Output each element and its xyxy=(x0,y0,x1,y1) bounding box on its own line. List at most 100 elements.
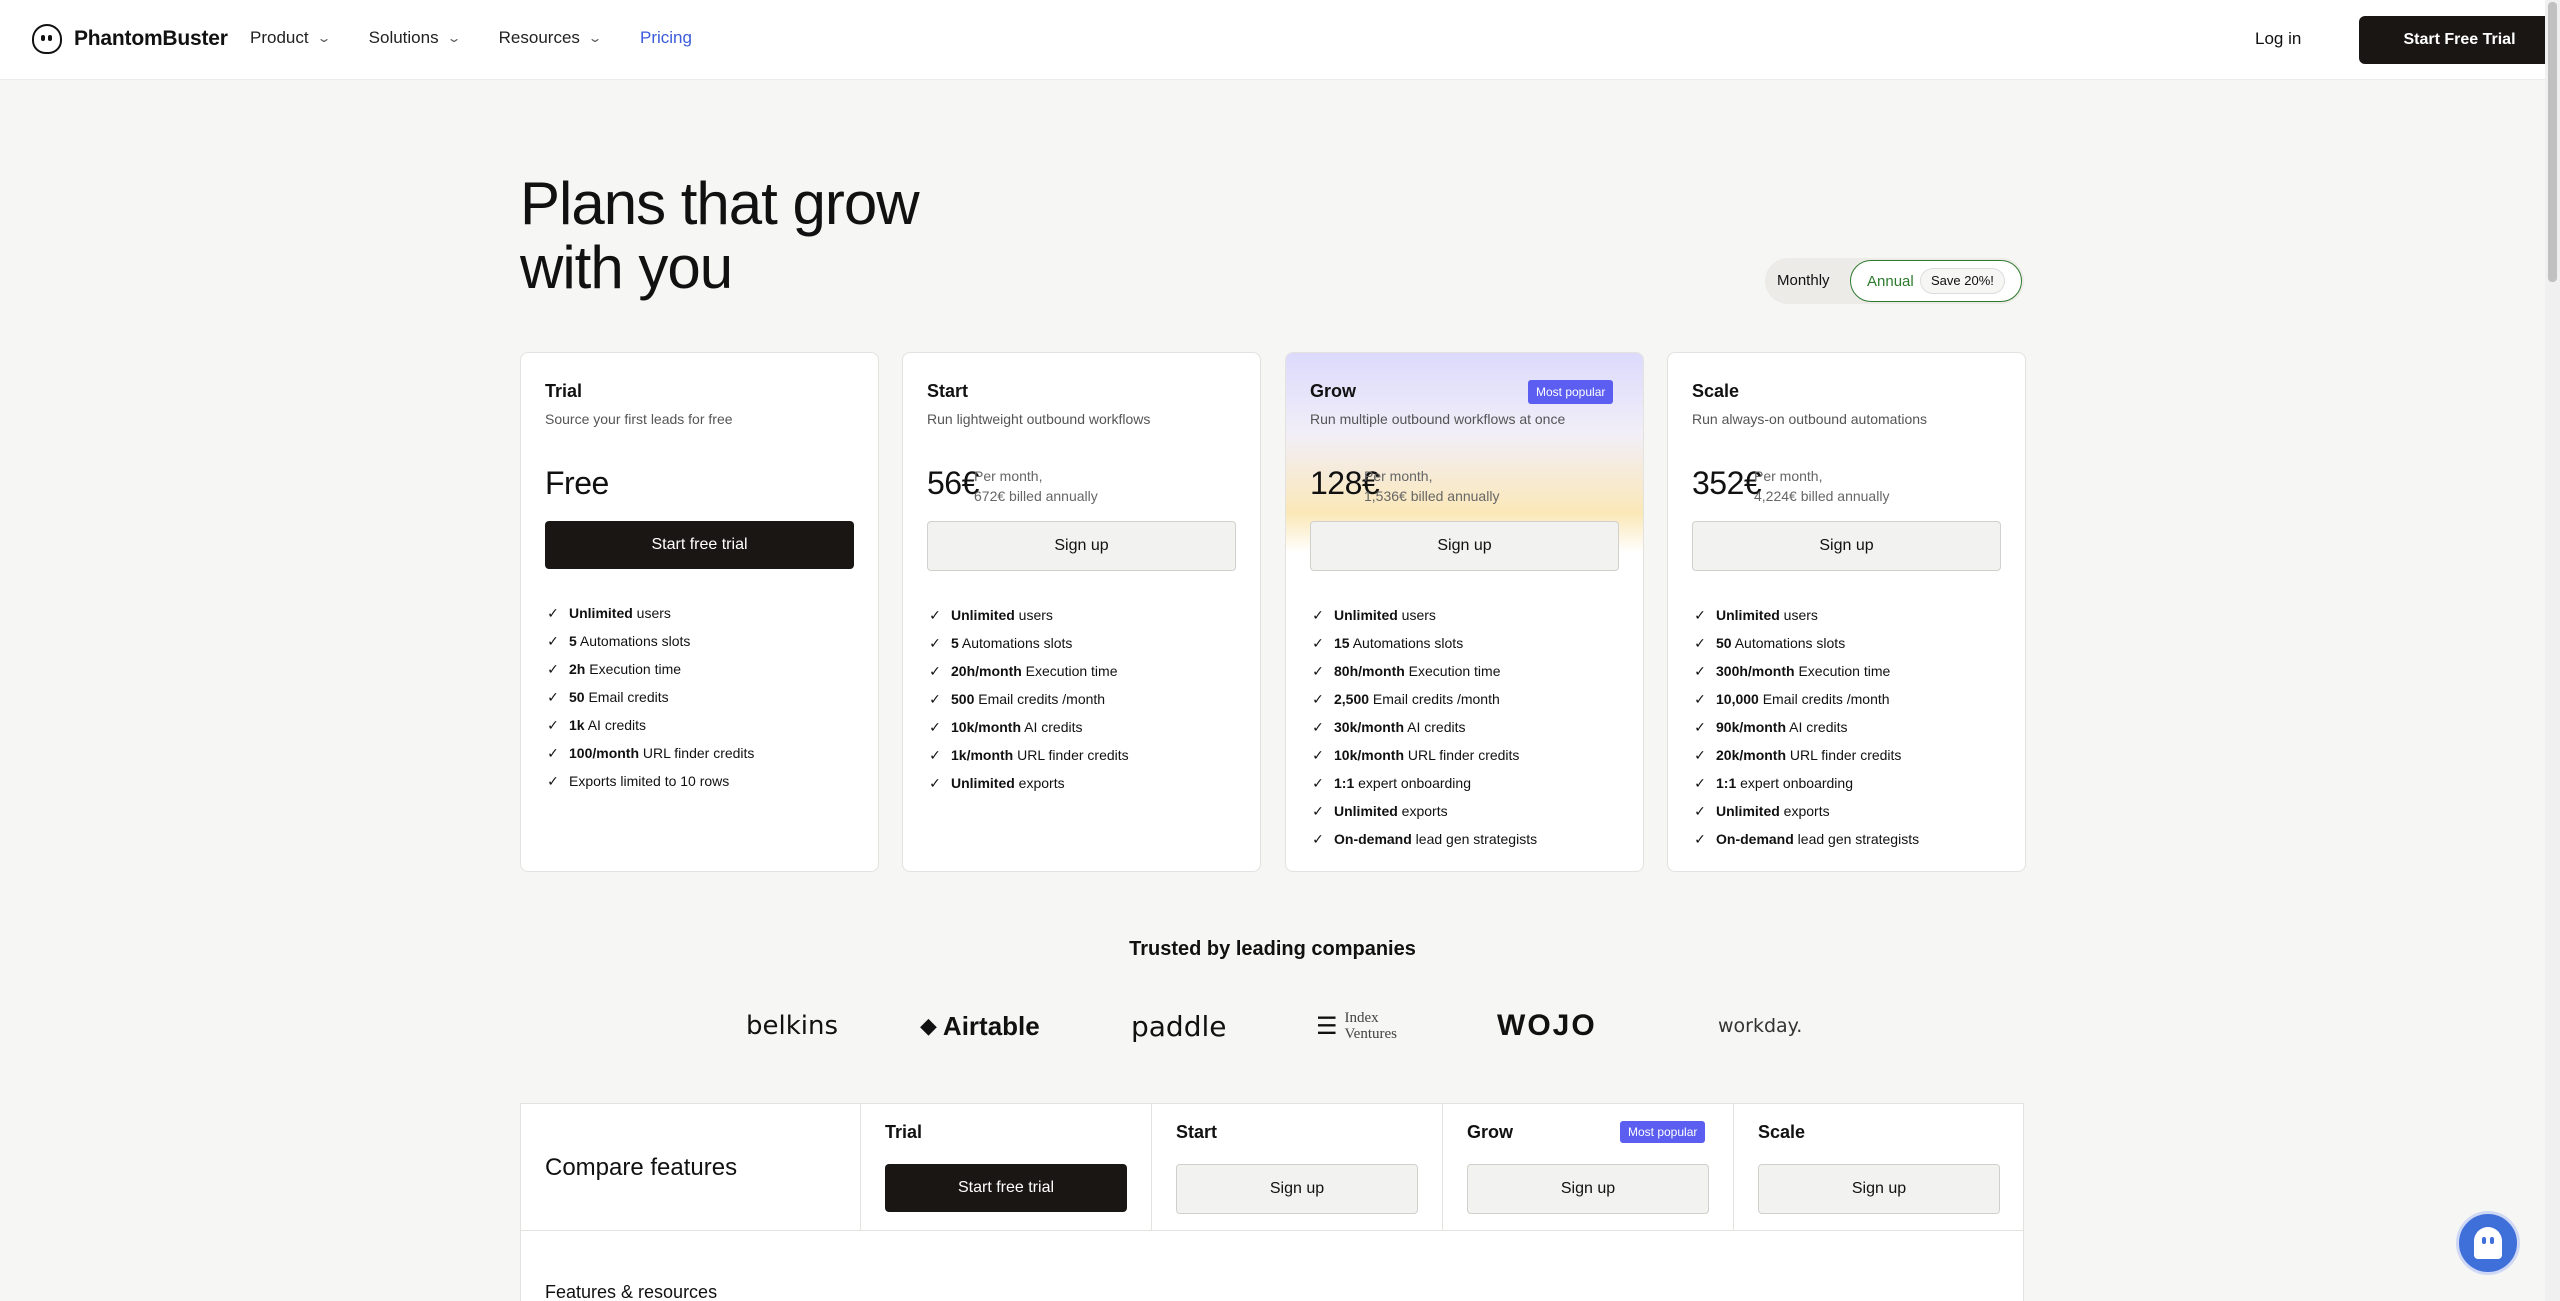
feature-label: lead gen strategists xyxy=(1793,831,1920,847)
scrollbar-thumb[interactable] xyxy=(2548,2,2557,282)
plan-price: Free xyxy=(545,465,609,501)
sign-up-button[interactable]: Sign up xyxy=(927,521,1236,571)
check-icon: ✓ xyxy=(1312,606,1324,623)
feature-label: AI credits xyxy=(1786,719,1848,735)
nav-item-label: Product xyxy=(250,28,309,47)
plan-subtitle: Run lightweight outbound workflows xyxy=(927,411,1151,427)
feature-label: users xyxy=(1397,607,1436,623)
sign-up-button[interactable]: Sign up xyxy=(1758,1164,2000,1214)
nav-item-resources[interactable]: Resources ⌄ xyxy=(499,28,603,48)
feature-item: ✓ On-demand lead gen strategists xyxy=(1692,825,1919,853)
feature-item: ✓ Unlimited exports xyxy=(927,769,1129,797)
check-icon: ✓ xyxy=(1694,830,1706,847)
feature-label: Automations slots xyxy=(1349,635,1464,651)
feature-item: ✓ 1k AI credits xyxy=(545,711,754,739)
feature-value: Unlimited xyxy=(951,607,1015,623)
feature-text: 10,000 Email credits /month xyxy=(1716,691,1890,707)
feature-list: ✓ Unlimited users ✓ 5 Automations slots ✓ 2h … xyxy=(545,599,754,795)
feature-item: ✓ 15 Automations slots xyxy=(1310,629,1537,657)
page-scrollbar[interactable] xyxy=(2545,0,2560,1301)
feature-value: 1:1 xyxy=(1716,775,1737,791)
feature-list: ✓ Unlimited users ✓ 15 Automations slots ✓ 80… xyxy=(1310,601,1537,853)
feature-label: Automations slots xyxy=(958,635,1073,651)
chat-widget-button[interactable] xyxy=(2456,1211,2520,1275)
feature-label: lead gen strategists xyxy=(1411,831,1538,847)
feature-value: Unlimited xyxy=(1334,607,1398,623)
feature-item: ✓ 10,000 Email credits /month xyxy=(1692,685,1919,713)
feature-value: Unlimited xyxy=(1334,803,1398,819)
check-icon: ✓ xyxy=(1694,634,1706,651)
feature-value: On-demand xyxy=(1716,831,1794,847)
divider xyxy=(521,1230,2023,1231)
feature-text: 80h/month Execution time xyxy=(1334,663,1501,679)
check-icon: ✓ xyxy=(929,774,941,791)
feature-value: 300h/month xyxy=(1716,663,1795,679)
feature-label: AI credits xyxy=(1404,719,1466,735)
sign-up-button[interactable]: Sign up xyxy=(1176,1164,1418,1214)
toggle-monthly[interactable]: Monthly xyxy=(1777,272,1830,289)
index-ventures-logo: ☰ Index Ventures xyxy=(1316,1006,1415,1046)
check-icon: ✓ xyxy=(1312,746,1324,763)
feature-item: ✓ 100/month URL finder credits xyxy=(545,739,754,767)
feature-text: 50 Email credits xyxy=(569,689,669,705)
start-free-trial-button[interactable]: Start free trial xyxy=(545,521,854,569)
check-icon: ✓ xyxy=(547,660,559,677)
feature-item: ✓ 5 Automations slots xyxy=(545,627,754,655)
most-popular-badge: Most popular xyxy=(1620,1121,1706,1143)
plan-price: 56€ xyxy=(927,465,979,501)
check-icon: ✓ xyxy=(1694,690,1706,707)
feature-label: users xyxy=(1779,607,1818,623)
feature-label: exports xyxy=(1779,803,1830,819)
feature-label: Email credits /month xyxy=(974,691,1106,707)
nav-menu: Product ⌄ Solutions ⌄ Resources ⌄ Pricing xyxy=(250,28,692,48)
nav-item-product[interactable]: Product ⌄ xyxy=(250,28,331,48)
feature-label: URL finder credits xyxy=(1404,747,1520,763)
brand-logo[interactable]: PhantomBuster xyxy=(32,24,228,54)
nav-item-pricing[interactable]: Pricing xyxy=(640,28,692,48)
feature-label: URL finder credits xyxy=(1013,747,1129,763)
chat-ghost-icon xyxy=(2474,1227,2502,1259)
plan-subtitle: Run always-on outbound automations xyxy=(1692,411,1928,427)
save-badge: Save 20%! xyxy=(1920,268,2005,294)
feature-item: ✓ 2,500 Email credits /month xyxy=(1310,685,1537,713)
compare-col-scale: Scale Sign up xyxy=(1733,1104,2024,1230)
feature-item: ✓ 80h/month Execution time xyxy=(1310,657,1537,685)
nav-item-solutions[interactable]: Solutions ⌄ xyxy=(369,28,462,48)
compare-title: Compare features xyxy=(545,1154,738,1181)
feature-text: 1:1 expert onboarding xyxy=(1334,775,1471,791)
feature-text: On-demand lead gen strategists xyxy=(1334,831,1537,847)
check-icon: ✓ xyxy=(1312,662,1324,679)
feature-label: expert onboarding xyxy=(1354,775,1471,791)
company-logos: belkins ◆ Airtable paddle ☰ Index Ventures… xyxy=(0,1006,2545,1046)
login-link[interactable]: Log in xyxy=(2255,29,2301,49)
feature-item: ✓ 20k/month URL finder credits xyxy=(1692,741,1919,769)
feature-list: ✓ Unlimited users ✓ 50 Automations slots ✓ 30… xyxy=(1692,601,1919,853)
feature-item: ✓ 300h/month Execution time xyxy=(1692,657,1919,685)
check-icon: ✓ xyxy=(929,746,941,763)
feature-value: 15 xyxy=(1334,635,1350,651)
feature-value: On-demand xyxy=(1334,831,1412,847)
feature-item: ✓ 50 Email credits xyxy=(545,683,754,711)
feature-text: On-demand lead gen strategists xyxy=(1716,831,1919,847)
sign-up-button[interactable]: Sign up xyxy=(1467,1164,1709,1214)
check-icon: ✓ xyxy=(1694,606,1706,623)
start-free-trial-button[interactable]: Start free trial xyxy=(885,1164,1127,1212)
feature-item: ✓ Unlimited users xyxy=(1692,601,1919,629)
feature-value: Unlimited xyxy=(1716,607,1780,623)
price-note-line: Per month, xyxy=(1754,468,1823,484)
top-nav: PhantomBuster Product ⌄ Solutions ⌄ Resour… xyxy=(0,0,2560,80)
feature-value: 50 xyxy=(1716,635,1732,651)
check-icon: ✓ xyxy=(1312,802,1324,819)
sign-up-button[interactable]: Sign up xyxy=(1310,521,1619,571)
feature-label: users xyxy=(632,605,671,621)
feature-text: 20h/month Execution time xyxy=(951,663,1118,679)
compare-features-table: Compare features Trial Start free trial … xyxy=(520,1103,2024,1301)
start-free-trial-button[interactable]: Start Free Trial xyxy=(2359,16,2560,64)
airtable-icon: ◆ xyxy=(920,1013,937,1038)
feature-value: 80h/month xyxy=(1334,663,1405,679)
price-note: Per month, 4,224€ billed annually xyxy=(1754,466,1889,506)
toggle-annual[interactable]: Annual Save 20%! xyxy=(1850,260,2022,302)
feature-text: 10k/month AI credits xyxy=(951,719,1082,735)
feature-text: Exports limited to 10 rows xyxy=(569,773,729,789)
sign-up-button[interactable]: Sign up xyxy=(1692,521,2001,571)
